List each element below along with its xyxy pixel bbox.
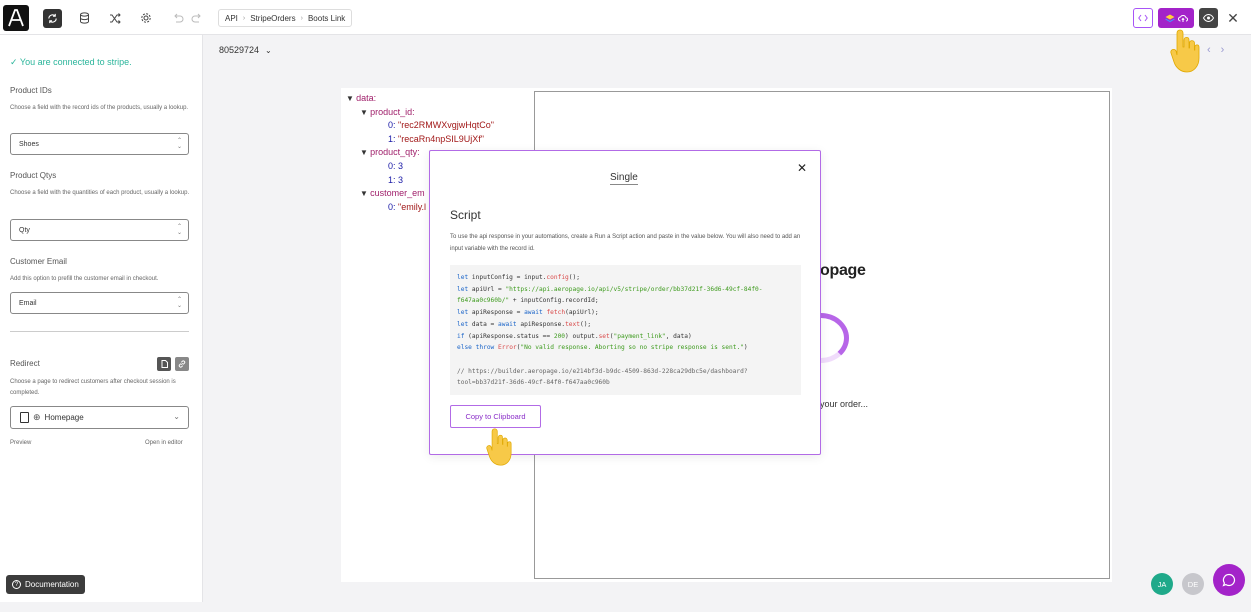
publish-button[interactable] <box>1158 8 1194 28</box>
breadcrumb-item-table[interactable]: StripeOrders <box>250 14 295 23</box>
top-bar: API › StripeOrders › Boots Link ✕ <box>0 0 1251 35</box>
chevron-down-icon: ⌄ <box>173 412 180 421</box>
product-ids-label: Product IDs <box>10 86 52 95</box>
sync-icon[interactable] <box>43 9 62 28</box>
json-key: customer_em <box>370 188 425 199</box>
record-id-value: 80529724 <box>219 45 260 55</box>
pointer-hand-icon <box>486 428 512 466</box>
json-key: 0: <box>388 160 396 171</box>
preview-eye-button[interactable] <box>1199 8 1218 28</box>
chevron-right-icon: › <box>300 14 303 22</box>
json-tree-row[interactable]: ▼ product_id: <box>346 106 494 120</box>
json-key: data: <box>356 93 377 103</box>
breadcrumb-item-api[interactable]: API <box>225 14 238 23</box>
settings-sidebar: ✓ You are connected to stripe. Product I… <box>0 35 203 602</box>
tab-single[interactable]: Single <box>610 172 638 185</box>
expand-triangle-icon[interactable]: ▼ <box>346 94 356 103</box>
json-value: "recaRn4npSIL9UjXf" <box>395 133 484 144</box>
json-tree-row[interactable]: ▼ data: <box>346 92 494 106</box>
expand-triangle-icon[interactable]: ▼ <box>360 189 370 198</box>
json-key: product_id: <box>370 106 415 117</box>
script-modal: Single ✕ Script To use the api response … <box>429 150 821 455</box>
record-nav: ‹ › <box>1207 44 1224 56</box>
record-id-select[interactable]: 80529724 ⌄ <box>219 45 272 55</box>
json-value: 3 <box>395 174 404 185</box>
gear-icon[interactable] <box>136 9 156 27</box>
redirect-page-select[interactable]: ⊕ Homepage ⌄ <box>10 406 189 429</box>
database-icon[interactable] <box>74 9 94 27</box>
json-value: "emily.l <box>395 201 427 212</box>
breadcrumb-item-page[interactable]: Boots Link <box>308 14 345 23</box>
script-code-block: let inputConfig = input.config(); let ap… <box>450 265 801 395</box>
breadcrumb: API › StripeOrders › Boots Link <box>218 9 353 27</box>
shuffle-icon[interactable] <box>105 9 125 27</box>
product-qtys-help: Choose a field with the quantities of ea… <box>10 190 190 196</box>
customer-email-label: Customer Email <box>10 257 67 266</box>
copy-to-clipboard-button[interactable]: Copy to Clipboard <box>450 405 541 428</box>
json-key: 1: <box>388 174 396 185</box>
code-view-button[interactable] <box>1133 8 1153 28</box>
json-key: 1: <box>388 133 396 144</box>
documentation-label: Documentation <box>25 580 79 589</box>
chevron-left-icon[interactable]: ‹ <box>1207 44 1211 56</box>
redirect-page-value: Homepage <box>44 413 84 422</box>
layers-icon <box>1164 14 1175 22</box>
pointer-hand-icon <box>1170 29 1200 73</box>
select-caret-icon: ⌃ ⌄ <box>176 224 182 236</box>
cloud-upload-icon <box>1177 14 1188 22</box>
customer-email-value: Email <box>19 299 37 307</box>
json-value: 3 <box>395 160 404 171</box>
preview-link[interactable]: Preview <box>10 440 31 446</box>
customer-email-select[interactable]: Email ⌃ ⌄ <box>10 292 189 314</box>
preview-brand-text: opage <box>820 262 866 279</box>
divider <box>10 331 189 332</box>
chat-button[interactable] <box>1213 564 1245 596</box>
link-icon[interactable] <box>175 357 189 371</box>
modal-description: To use the api response in your automati… <box>450 234 801 252</box>
product-ids-help: Choose a field with the record ids of th… <box>10 105 189 111</box>
json-key: 0: <box>388 120 396 131</box>
avatar[interactable]: DE <box>1182 573 1204 595</box>
modal-title: Script <box>450 208 481 222</box>
json-tree-row: 0: "rec2RMWXvgjwHqtCo" <box>346 119 494 133</box>
redirect-help: Choose a page to redirect customers afte… <box>10 379 176 396</box>
json-key: 0: <box>388 201 396 212</box>
chevron-right-icon: › <box>242 14 246 22</box>
chat-bubble-icon <box>1222 573 1236 587</box>
product-ids-value: Shoes <box>19 140 39 148</box>
close-icon[interactable]: ✕ <box>1226 10 1240 26</box>
documentation-button[interactable]: ? Documentation <box>6 575 85 594</box>
json-key: product_qty: <box>370 147 420 158</box>
app-logo[interactable] <box>3 5 29 31</box>
expand-triangle-icon[interactable]: ▼ <box>360 108 370 117</box>
globe-icon: ⊕ <box>33 412 41 422</box>
page-icon[interactable] <box>157 357 171 371</box>
expand-triangle-icon[interactable]: ▼ <box>360 148 370 157</box>
close-icon[interactable]: ✕ <box>797 161 807 175</box>
json-value: "rec2RMWXvgjwHqtCo" <box>395 120 494 131</box>
avatar[interactable]: JA <box>1151 573 1173 595</box>
help-circle-icon: ? <box>12 580 21 589</box>
chevron-down-icon: ⌄ <box>265 45 272 55</box>
connection-status: ✓ You are connected to stripe. <box>10 57 132 67</box>
product-ids-select[interactable]: Shoes ⌃ ⌄ <box>10 133 189 155</box>
select-caret-icon: ⌃ ⌄ <box>176 297 182 309</box>
customer-email-help: Add this option to prefill the customer … <box>10 276 159 282</box>
redirect-label: Redirect <box>10 359 40 368</box>
select-caret-icon: ⌃ ⌄ <box>176 138 182 150</box>
product-qtys-value: Qty <box>19 226 30 234</box>
undo-icon[interactable] <box>168 9 188 27</box>
product-qtys-select[interactable]: Qty ⌃ ⌄ <box>10 219 189 241</box>
page-icon <box>20 412 29 423</box>
json-tree-row: 1: "recaRn4npSIL9UjXf" <box>346 133 494 147</box>
chevron-right-icon[interactable]: › <box>1221 44 1225 56</box>
product-qtys-label: Product Qtys <box>10 171 57 180</box>
preview-order-text: your order... <box>820 399 869 409</box>
open-in-editor-link[interactable]: Open in editor <box>145 440 183 446</box>
redo-icon[interactable] <box>187 9 207 27</box>
